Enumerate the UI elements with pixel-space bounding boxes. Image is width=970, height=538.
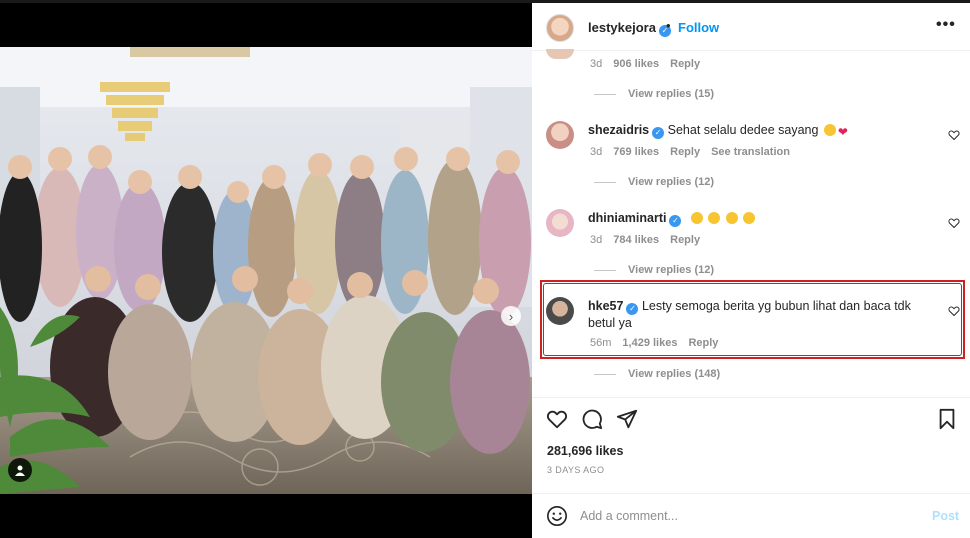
comment-username[interactable]: dhiniaminarti: [588, 211, 666, 225]
comment-meta: 3d 784 likes Reply: [590, 234, 700, 246]
carousel-next-button[interactable]: ›: [501, 306, 521, 326]
top-black-bar: [0, 0, 532, 47]
comment-username[interactable]: hke57: [588, 299, 623, 313]
replies-divider: [594, 181, 616, 183]
verified-badge-icon: ✓: [652, 127, 665, 139]
bookmark-icon[interactable]: [936, 408, 958, 430]
reply-button[interactable]: Reply: [670, 146, 700, 158]
comment-likes[interactable]: 906 likes: [613, 58, 659, 70]
post-photo[interactable]: ›: [0, 47, 532, 494]
likes-count[interactable]: 281,696 likes: [547, 444, 623, 458]
verified-badge-icon: ✓: [669, 215, 682, 227]
smiling-face-emoji-icon: [823, 124, 836, 136]
see-translation-button[interactable]: See translation: [711, 146, 790, 158]
smiling-face-emoji-icon: [743, 212, 756, 224]
follow-button[interactable]: Follow: [678, 20, 719, 35]
instagram-post-window: › lestykejora ✓ • Follow ••• 3d 906 like…: [0, 0, 970, 538]
replies-divider: [594, 93, 616, 95]
comment-avatar[interactable]: [546, 209, 574, 237]
share-icon[interactable]: [616, 408, 638, 430]
reply-button[interactable]: Reply: [688, 337, 718, 349]
comment-avatar[interactable]: [546, 297, 574, 325]
verified-badge-icon: ✓: [626, 303, 639, 315]
comment-likes[interactable]: 1,429 likes: [622, 337, 677, 349]
author-username-text[interactable]: lestykejora: [588, 20, 656, 35]
like-heart-icon[interactable]: [948, 217, 960, 229]
comment-avatar[interactable]: [546, 121, 574, 149]
comment-time: 3d: [590, 234, 603, 246]
view-replies-label[interactable]: View replies (15): [628, 88, 714, 100]
view-replies-button[interactable]: View replies (12): [594, 176, 714, 188]
replies-divider: [594, 373, 616, 375]
post-actions-bar: [532, 397, 970, 437]
comment-username[interactable]: shezaidris: [588, 123, 649, 137]
reply-button[interactable]: Reply: [670, 234, 700, 246]
view-replies-label[interactable]: View replies (148): [628, 368, 720, 380]
view-replies-button[interactable]: View replies (15): [594, 88, 714, 100]
comment-likes[interactable]: 784 likes: [613, 234, 659, 246]
heart-icon[interactable]: [546, 408, 568, 430]
comment-text: Lesty semoga berita yg bubun lihat dan b…: [588, 299, 911, 330]
comment-meta: 56m 1,429 likes Reply: [590, 337, 718, 349]
smiling-face-emoji-icon: [690, 212, 703, 224]
bottom-black-bar: [0, 494, 532, 538]
comment-composer: Post: [532, 493, 970, 538]
comment-time: 56m: [590, 337, 612, 349]
comment-text: Sehat selalu dedee sayang: [667, 123, 819, 137]
comment-avatar[interactable]: [546, 49, 574, 59]
post-header: lestykejora ✓ • Follow •••: [532, 3, 970, 51]
comment-time: 3d: [590, 146, 603, 158]
emoji-icon[interactable]: [546, 505, 568, 527]
comment-body: shezaidris ✓ Sehat selalu dedee sayang ❤: [588, 122, 928, 139]
separator-dot: •: [666, 18, 671, 33]
comment-likes[interactable]: 769 likes: [613, 146, 659, 158]
comment-time: 3d: [590, 58, 603, 70]
like-heart-icon[interactable]: [948, 129, 960, 141]
group-photo-illustration: [0, 47, 532, 494]
reply-button[interactable]: Reply: [670, 58, 700, 70]
comments-panel: lestykejora ✓ • Follow ••• 3d 906 likes R…: [532, 3, 970, 538]
comment-input[interactable]: [580, 506, 880, 526]
view-replies-label[interactable]: View replies (12): [628, 264, 714, 276]
comment-body: dhiniaminarti ✓: [588, 210, 928, 227]
view-replies-button[interactable]: View replies (148): [594, 368, 720, 380]
view-replies-label[interactable]: View replies (12): [628, 176, 714, 188]
comment-meta: 3d 906 likes Reply: [590, 58, 700, 70]
post-button[interactable]: Post: [932, 509, 959, 523]
like-heart-icon[interactable]: [948, 305, 960, 317]
comment-icon[interactable]: [581, 408, 603, 430]
smiling-face-emoji-icon: [725, 212, 738, 224]
user-tag-button[interactable]: [8, 458, 32, 482]
view-replies-button[interactable]: View replies (12): [594, 264, 714, 276]
smiling-face-emoji-icon: [708, 212, 721, 224]
post-timestamp[interactable]: 3 DAYS AGO: [547, 465, 604, 475]
author-username[interactable]: lestykejora ✓: [588, 20, 671, 37]
more-options-icon[interactable]: •••: [936, 16, 956, 34]
author-avatar[interactable]: [546, 14, 574, 42]
replies-divider: [594, 269, 616, 271]
red-heart-emoji-icon: ❤: [837, 125, 848, 139]
user-tag-icon: [15, 465, 25, 476]
comment-meta: 3d 769 likes Reply See translation: [590, 146, 790, 158]
comment-body: hke57 ✓ Lesty semoga berita yg bubun liha…: [588, 298, 918, 331]
